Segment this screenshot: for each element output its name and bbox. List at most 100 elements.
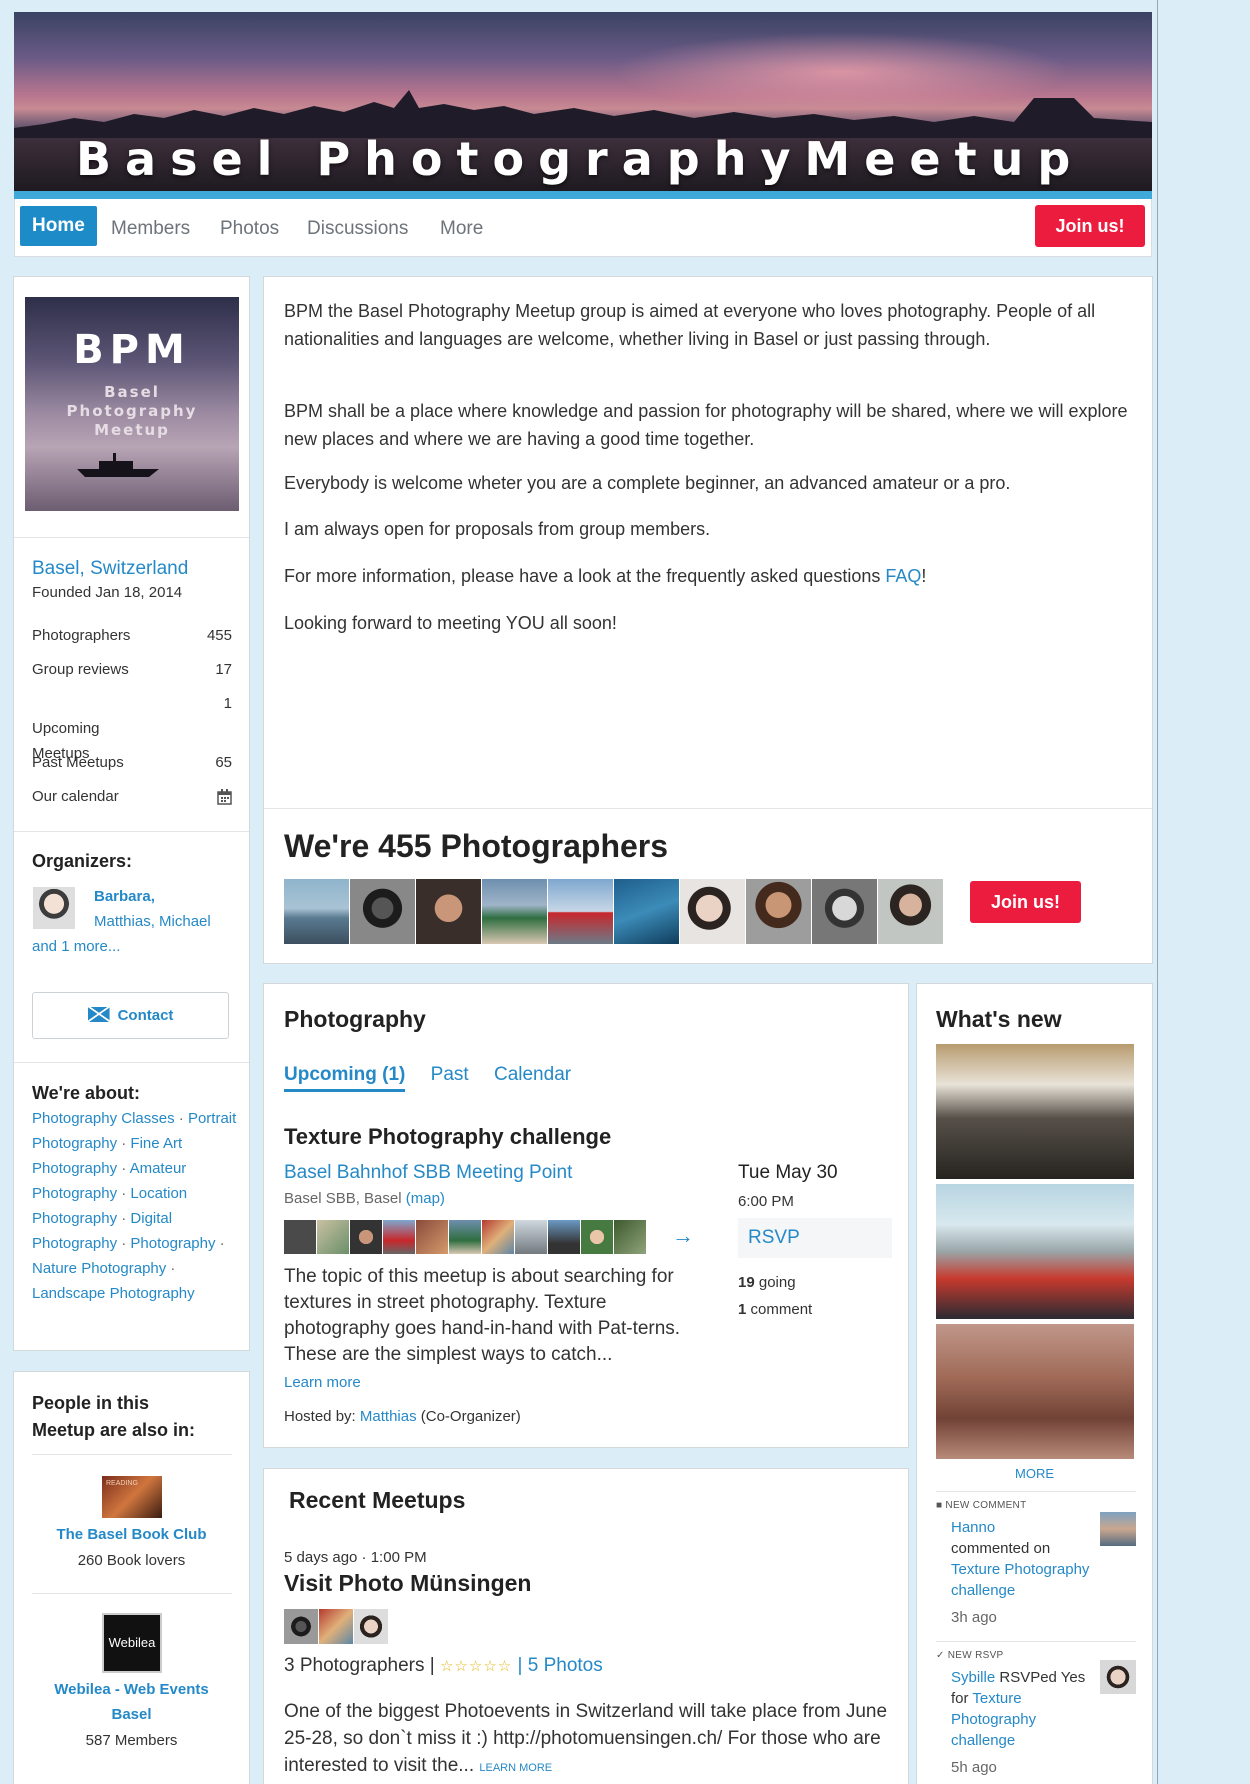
join-button[interactable]: Join us! bbox=[1035, 205, 1145, 247]
join-button-members[interactable]: Join us! bbox=[970, 881, 1081, 923]
topic-link[interactable]: Landscape Photography bbox=[32, 1285, 195, 1302]
about-heading: We're about: bbox=[32, 1083, 140, 1103]
learn-more-link[interactable]: Learn more bbox=[284, 1374, 361, 1391]
topic-link[interactable]: Photography Classes bbox=[32, 1110, 175, 1127]
group-link-webilea[interactable]: Webilea - Web Events Basel bbox=[14, 1677, 249, 1727]
nav-photos[interactable]: Photos bbox=[220, 214, 279, 244]
attendee-avatar[interactable] bbox=[317, 1220, 349, 1254]
logo-subtitle: Basel Photography Meetup bbox=[66, 383, 198, 439]
group-banner: Basel PhotographyMeetup bbox=[14, 12, 1152, 198]
stat-past-meetups[interactable]: Past Meetups 65 bbox=[32, 750, 232, 775]
recent-meetup-meta: 5 days ago · 1:00 PM bbox=[284, 1549, 427, 1566]
organizer-links[interactable]: Matthias, Michael bbox=[32, 909, 232, 934]
host-role: (Co-Organizer) bbox=[420, 1408, 521, 1425]
attendee-avatar[interactable] bbox=[581, 1220, 613, 1254]
feed-user-link[interactable]: Sybille bbox=[951, 1669, 995, 1686]
rsvp-button[interactable]: RSVP bbox=[738, 1218, 892, 1258]
feed-user-link[interactable]: Hanno bbox=[951, 1517, 1099, 1538]
recent-meetup-stats: 3 Photographers | ☆☆☆☆☆ | 5 Photos bbox=[284, 1655, 603, 1677]
stat-photographers[interactable]: Photographers 455 bbox=[32, 623, 232, 648]
attendee-avatar[interactable] bbox=[319, 1609, 353, 1644]
attendee-avatar[interactable] bbox=[383, 1220, 415, 1254]
faq-link[interactable]: FAQ bbox=[885, 566, 921, 586]
new-photo-thumbnail[interactable] bbox=[936, 1044, 1134, 1179]
more-photos-link[interactable]: MORE bbox=[917, 1466, 1152, 1481]
member-avatar[interactable] bbox=[812, 879, 877, 944]
attendee-avatars bbox=[284, 1220, 647, 1254]
organizer-link-barbara[interactable]: Barbara, bbox=[32, 884, 232, 909]
feed-avatar[interactable] bbox=[1100, 1512, 1136, 1546]
stat-upcoming-meetups[interactable]: Upcoming Meetups 1 bbox=[32, 691, 232, 791]
webilea-thumbnail[interactable]: Webilea bbox=[102, 1613, 162, 1673]
nav-members[interactable]: Members bbox=[111, 214, 190, 244]
contact-button[interactable]: Contact bbox=[32, 992, 229, 1039]
map-link[interactable]: (map) bbox=[406, 1190, 445, 1207]
group-members-count: 260 Book lovers bbox=[77, 1552, 186, 1569]
feed-target-link[interactable]: Texture Photography challenge bbox=[951, 1559, 1099, 1601]
stat-calendar[interactable]: Our calendar bbox=[32, 784, 232, 809]
feed-label-text: NEW RSVP bbox=[947, 1650, 1004, 1661]
member-avatar[interactable] bbox=[746, 879, 811, 944]
book-club-thumbnail[interactable]: READING bbox=[102, 1476, 162, 1518]
contact-label: Contact bbox=[117, 1007, 174, 1024]
recent-learn-more-link[interactable]: LEARN MORE bbox=[479, 1762, 552, 1774]
new-photo-thumbnail[interactable] bbox=[936, 1184, 1134, 1319]
group-link-book-club[interactable]: The Basel Book Club bbox=[14, 1522, 249, 1547]
member-avatar[interactable] bbox=[350, 879, 415, 944]
recent-meetup-title[interactable]: Visit Photo Münsingen bbox=[284, 1570, 531, 1597]
attendee-avatar[interactable] bbox=[416, 1220, 448, 1254]
attendee-avatar[interactable] bbox=[354, 1609, 388, 1644]
event-venue-link[interactable]: Basel Bahnhof SBB Meeting Point bbox=[284, 1162, 572, 1184]
nav-more[interactable]: More bbox=[440, 214, 483, 244]
calendar-icon bbox=[217, 789, 232, 805]
attendee-avatar[interactable] bbox=[284, 1220, 316, 1254]
photos-link[interactable]: | 5 Photos bbox=[518, 1655, 603, 1676]
faq-sentence: For more information, please have a look… bbox=[284, 566, 886, 586]
member-avatar[interactable] bbox=[614, 879, 679, 944]
group-location[interactable]: Basel, Switzerland bbox=[32, 558, 188, 580]
host-link[interactable]: Matthias bbox=[360, 1408, 417, 1425]
event-rsvp-stats: 19 going 1 comment bbox=[738, 1269, 812, 1323]
tab-calendar[interactable]: Calendar bbox=[494, 1064, 571, 1086]
stat-label: Past Meetups bbox=[32, 754, 124, 771]
member-avatar[interactable] bbox=[416, 879, 481, 944]
nav-discussions[interactable]: Discussions bbox=[307, 214, 408, 244]
attendee-avatar[interactable] bbox=[614, 1220, 646, 1254]
event-address: Basel SBB, Basel (map) bbox=[284, 1190, 445, 1207]
nav-home[interactable]: Home bbox=[20, 206, 97, 246]
attendee-avatar[interactable] bbox=[284, 1609, 318, 1644]
recent-description-text: One of the biggest Photoevents in Switze… bbox=[284, 1701, 888, 1776]
attendees-more-arrow-icon[interactable]: → bbox=[672, 1223, 694, 1249]
member-avatar[interactable] bbox=[548, 879, 613, 944]
group-members-count: 587 Members bbox=[85, 1732, 178, 1749]
member-avatar[interactable] bbox=[878, 879, 943, 944]
attendee-avatar[interactable] bbox=[515, 1220, 547, 1254]
stat-value: 65 bbox=[215, 754, 232, 771]
banner-title: Basel PhotographyMeetup bbox=[76, 132, 1085, 186]
member-avatar[interactable] bbox=[482, 879, 547, 944]
topic-link[interactable]: Photography bbox=[130, 1235, 215, 1252]
members-heading[interactable]: We're 455 Photographers bbox=[284, 828, 668, 865]
event-title[interactable]: Texture Photography challenge bbox=[284, 1124, 611, 1150]
feed-avatar[interactable] bbox=[1100, 1660, 1136, 1694]
member-avatar[interactable] bbox=[680, 879, 745, 944]
feed-text: Hanno commented on Texture Photography c… bbox=[951, 1517, 1099, 1601]
member-avatar[interactable] bbox=[284, 879, 349, 944]
group-logo[interactable]: BPM Basel Photography Meetup bbox=[25, 297, 239, 511]
stat-group-reviews[interactable]: Group reviews 17 bbox=[32, 657, 232, 682]
attendee-avatar[interactable] bbox=[350, 1220, 382, 1254]
comment-label[interactable]: comment bbox=[751, 1301, 813, 1318]
attendee-avatar[interactable] bbox=[449, 1220, 481, 1254]
whats-new-heading: What's new bbox=[936, 1006, 1062, 1032]
topic-link[interactable]: Nature Photography bbox=[32, 1260, 166, 1277]
whats-new-card: What's new MORE ■ NEW COMMENT Hanno comm… bbox=[916, 983, 1153, 1784]
attendee-avatar[interactable] bbox=[548, 1220, 580, 1254]
new-photo-thumbnail[interactable] bbox=[936, 1324, 1134, 1459]
stat-value: 17 bbox=[215, 661, 232, 678]
attendee-avatar[interactable] bbox=[482, 1220, 514, 1254]
feed-item-comment: ■ NEW COMMENT Hanno commented on Texture… bbox=[936, 1500, 1136, 1626]
organizers-more-link[interactable]: and 1 more... bbox=[32, 934, 232, 959]
tab-past[interactable]: Past bbox=[431, 1064, 469, 1086]
description-paragraph: I am always open for proposals from grou… bbox=[284, 519, 711, 539]
tab-upcoming[interactable]: Upcoming (1) bbox=[284, 1064, 406, 1092]
